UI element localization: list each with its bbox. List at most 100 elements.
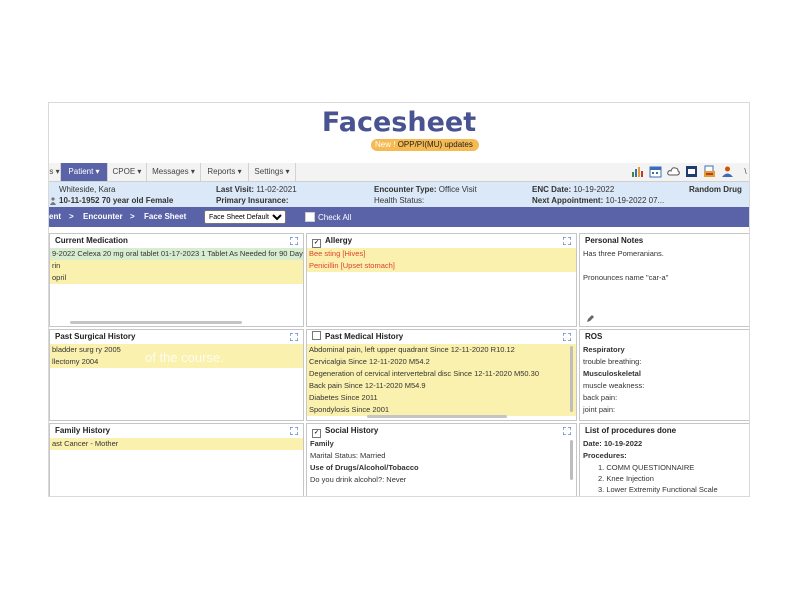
list-item[interactable]: ast Cancer - Mother xyxy=(50,438,303,450)
social-line: Marital Status: Married xyxy=(310,451,386,460)
menu-item-partial[interactable]: s ▾ xyxy=(49,163,61,181)
facesheet-window: Facesheet New ! OPP/PI(MU) updates s ▾ P… xyxy=(48,102,750,497)
edit-icon[interactable] xyxy=(586,315,594,323)
procedures-label: Procedures: xyxy=(583,451,627,460)
social-line: Use of Drugs/Alcohol/Tobacco xyxy=(310,463,419,472)
enc-date-value: 10-19-2022 xyxy=(573,185,615,194)
ros-line: joint pain: xyxy=(583,405,616,414)
ros-line: muscle weakness: xyxy=(583,381,645,390)
breadcrumb: ent > Encounter > Face Sheet Face Sheet … xyxy=(49,207,749,227)
breadcrumb-separator: > xyxy=(69,212,74,221)
patient-info-bar: Whiteside, Kara 10-11-1952 70 year old F… xyxy=(49,182,749,207)
past-medical-history-panel: Past Medical History Abdominal pain, lef… xyxy=(306,329,577,421)
note-line: Pronounces name "car-a" xyxy=(583,273,669,282)
ros-line: trouble breathing: xyxy=(583,357,642,366)
list-item[interactable]: rin xyxy=(50,260,303,272)
ros-line: Musculoskeletal xyxy=(583,369,641,378)
menu-reports[interactable]: Reports ▾ xyxy=(201,163,249,181)
procedure-date: Date: 10-19-2022 xyxy=(583,439,643,448)
menu-cpoe[interactable]: CPOE ▾ xyxy=(108,163,147,181)
check-all-checkbox[interactable] xyxy=(305,212,315,222)
opp-updates-badge[interactable]: New ! OPP/PI(MU) updates xyxy=(371,139,479,151)
list-item[interactable]: Degeneration of cervical intervertebral … xyxy=(307,368,576,380)
social-history-title: Social History xyxy=(325,426,379,435)
next-appointment-label: Next Appointment: xyxy=(532,196,604,205)
expand-icon[interactable] xyxy=(290,237,298,245)
past-surgical-history-title: Past Surgical History xyxy=(55,332,136,341)
vertical-scrollbar[interactable] xyxy=(570,440,573,480)
fax-icon[interactable] xyxy=(703,165,716,178)
expand-icon[interactable] xyxy=(290,427,298,435)
breadcrumb-item-face-sheet: Face Sheet xyxy=(144,212,187,221)
personal-notes-panel: Personal Notes Has three Pomeranians. Pr… xyxy=(579,233,749,327)
pdf-icon[interactable] xyxy=(685,165,698,178)
expand-icon[interactable] xyxy=(563,237,571,245)
current-medication-panel: Current Medication 9-2022 Celexa 20 mg o… xyxy=(49,233,304,327)
facesheet-template-select[interactable]: Face Sheet Default xyxy=(204,210,286,224)
list-item[interactable]: Penicillin [Upset stomach] xyxy=(307,260,576,272)
random-drug-label: Random Drug xyxy=(689,185,742,194)
ros-line: back pain: xyxy=(583,393,618,402)
procedures-panel: List of procedures done Date: 10-19-2022… xyxy=(579,423,749,496)
family-history-title: Family History xyxy=(55,426,111,435)
ros-title: ROS xyxy=(585,332,603,341)
expand-icon[interactable] xyxy=(563,427,571,435)
ros-panel: ROS Respiratory trouble breathing: Muscu… xyxy=(579,329,749,421)
list-item[interactable]: Abdominal pain, left upper quadrant Sinc… xyxy=(307,344,576,356)
patient-name[interactable]: Whiteside, Kara xyxy=(59,185,115,194)
enc-date-label: ENC Date: xyxy=(532,185,572,194)
social-history-checkbox[interactable]: ✓ xyxy=(312,429,321,438)
page-title: Facesheet xyxy=(321,107,477,138)
next-appointment-value: 10-19-2022 07... xyxy=(605,196,665,205)
allergy-checkbox[interactable]: ✓ xyxy=(312,239,321,248)
current-medication-title: Current Medication xyxy=(55,236,128,245)
user-icon[interactable] xyxy=(721,165,734,178)
last-visit-value: 11-02-2021 xyxy=(256,185,297,194)
note-line: Has three Pomeranians. xyxy=(583,249,664,258)
new-tag: New ! xyxy=(375,140,396,149)
past-medical-history-checkbox[interactable] xyxy=(312,331,321,340)
patient-dob-age: 10-11-1952 70 year old Female xyxy=(59,196,174,205)
past-surgical-history-panel: Past Surgical History bladder surg ry 20… xyxy=(49,329,304,421)
vertical-scrollbar[interactable] xyxy=(570,346,573,412)
menu-patient[interactable]: Patient ▾ xyxy=(61,163,108,181)
encounter-type-value: Office Visit xyxy=(438,185,477,194)
expand-icon[interactable] xyxy=(290,333,298,341)
allergy-title: Allergy xyxy=(325,236,353,245)
social-line: Family xyxy=(310,439,334,448)
breadcrumb-item-encounter[interactable]: Encounter xyxy=(83,212,123,221)
social-line: Do you drink alcohol?: Never xyxy=(310,475,407,484)
horizontal-scrollbar[interactable] xyxy=(367,415,507,418)
menu-settings[interactable]: Settings ▾ xyxy=(249,163,296,181)
expand-icon[interactable] xyxy=(563,333,571,341)
last-visit-label: Last Visit: xyxy=(216,185,255,194)
opp-updates-label: OPP/PI(MU) updates xyxy=(397,140,473,149)
check-all-label: Check All xyxy=(318,213,352,222)
list-item[interactable]: 9-2022 Celexa 20 mg oral tablet 01-17-20… xyxy=(50,248,303,260)
main-menu-bar: s ▾ Patient ▾ CPOE ▾ Messages ▾ Reports … xyxy=(49,163,749,182)
list-item[interactable]: Back pain Since 12-11-2020 M54.9 xyxy=(307,380,576,392)
list-item[interactable]: opril xyxy=(50,272,303,284)
calendar-icon[interactable] xyxy=(649,165,662,178)
primary-insurance-label: Primary Insurance: xyxy=(216,196,289,205)
procedure-item: 2. Knee Injection xyxy=(598,474,654,483)
list-item[interactable]: Cervicalgia Since 12-11-2020 M54.2 xyxy=(307,356,576,368)
breadcrumb-separator: > xyxy=(130,212,135,221)
list-item[interactable]: Bee sting [Hives] xyxy=(307,248,576,260)
allergy-panel: ✓ Allergy Bee sting [Hives] Penicillin [U… xyxy=(306,233,577,327)
list-item[interactable]: Diabetes Since 2011 xyxy=(307,392,576,404)
menu-messages[interactable]: Messages ▾ xyxy=(147,163,201,181)
toolbar-overflow: \ xyxy=(744,167,747,176)
breadcrumb-item-patient[interactable]: ent xyxy=(49,212,61,221)
ros-line: Respiratory xyxy=(583,345,625,354)
health-status-label: Health Status: xyxy=(374,196,425,205)
horizontal-scrollbar[interactable] xyxy=(70,321,242,324)
bar-chart-icon[interactable] xyxy=(631,165,644,178)
encounter-type-label: Encounter Type: xyxy=(374,185,437,194)
procedure-item: 1. COMM QUESTIONNAIRE xyxy=(598,463,695,472)
cloud-icon[interactable] xyxy=(667,165,680,178)
procedures-title: List of procedures done xyxy=(585,426,677,435)
past-medical-history-title: Past Medical History xyxy=(325,332,404,341)
procedure-item: 3. Lower Extremity Functional Scale xyxy=(598,485,718,494)
person-icon xyxy=(50,197,56,205)
